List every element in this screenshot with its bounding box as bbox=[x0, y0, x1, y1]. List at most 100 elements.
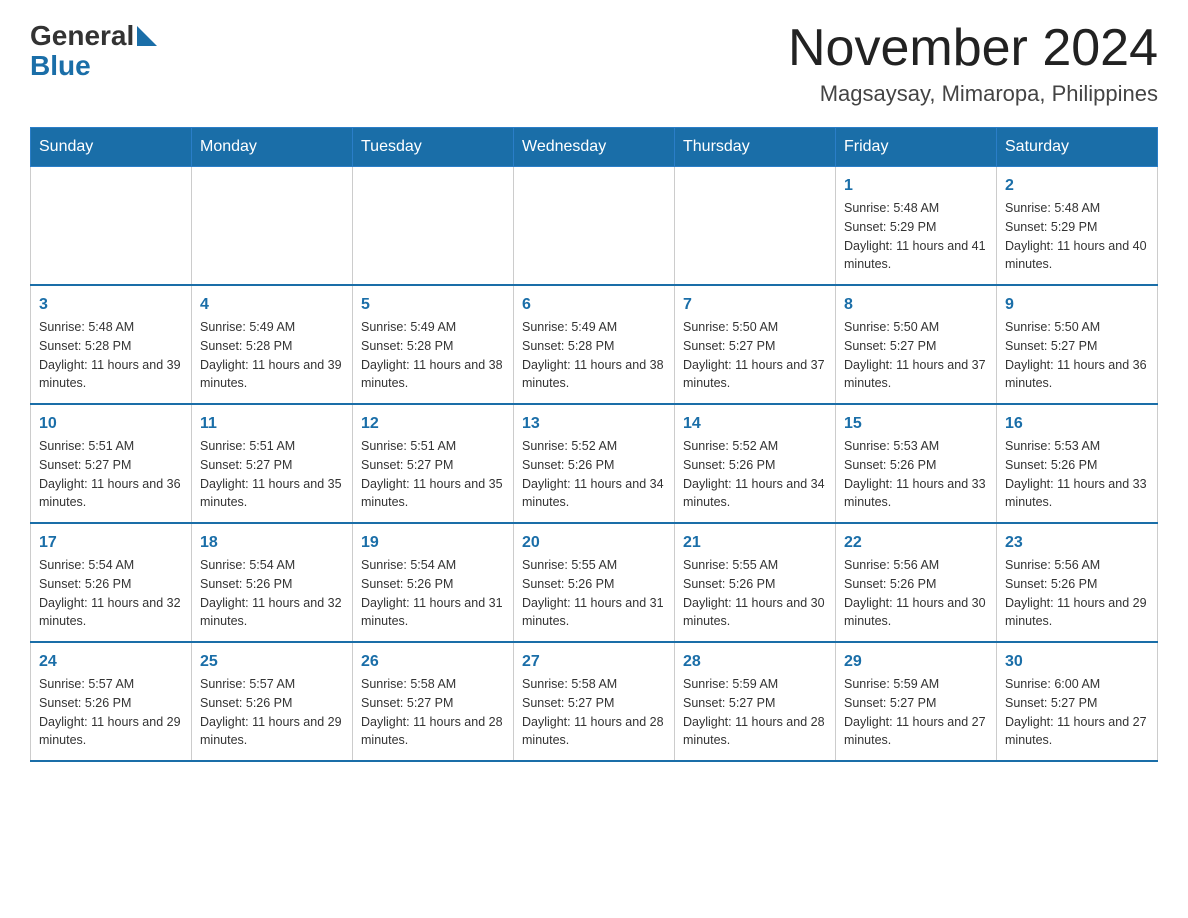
calendar-week-row: 17 Sunrise: 5:54 AMSunset: 5:26 PMDayligh… bbox=[31, 523, 1158, 642]
calendar-cell: 30Sunrise: 6:00 AMSunset: 5:27 PMDayligh… bbox=[997, 642, 1158, 761]
day-info: Sunrise: 5:52 AMSunset: 5:26 PMDaylight:… bbox=[683, 437, 827, 512]
day-info: Sunrise: 5:49 AMSunset: 5:28 PMDaylight:… bbox=[522, 318, 666, 393]
day-info: Sunrise: 5:51 AMSunset: 5:27 PMDaylight:… bbox=[361, 437, 505, 512]
calendar-cell: 22 Sunrise: 5:56 AMSunset: 5:26 PMDayligh… bbox=[836, 523, 997, 642]
day-number: 7 bbox=[683, 296, 827, 314]
day-info: Sunrise: 5:50 AMSunset: 5:27 PMDaylight:… bbox=[844, 318, 988, 393]
day-info: Sunrise: 5:50 AMSunset: 5:27 PMDaylight:… bbox=[1005, 318, 1149, 393]
day-number: 20 bbox=[522, 534, 666, 552]
calendar-cell: 25Sunrise: 5:57 AMSunset: 5:26 PMDayligh… bbox=[192, 642, 353, 761]
calendar-cell bbox=[675, 167, 836, 286]
day-number: 21 bbox=[683, 534, 827, 552]
day-info: Sunrise: 5:57 AMSunset: 5:26 PMDaylight:… bbox=[200, 675, 344, 750]
logo-general-text: General bbox=[30, 20, 134, 52]
title-block: November 2024 Magsaysay, Mimaropa, Phili… bbox=[788, 20, 1158, 107]
calendar-cell: 13 Sunrise: 5:52 AMSunset: 5:26 PMDayligh… bbox=[514, 404, 675, 523]
day-number: 18 bbox=[200, 534, 344, 552]
day-info: Sunrise: 5:49 AMSunset: 5:28 PMDaylight:… bbox=[200, 318, 344, 393]
day-info: Sunrise: 5:56 AMSunset: 5:26 PMDaylight:… bbox=[1005, 556, 1149, 631]
day-info: Sunrise: 5:48 AMSunset: 5:29 PMDaylight:… bbox=[1005, 199, 1149, 274]
logo-arrow-icon bbox=[137, 26, 157, 46]
calendar-cell: 16Sunrise: 5:53 AMSunset: 5:26 PMDayligh… bbox=[997, 404, 1158, 523]
calendar-cell: 12 Sunrise: 5:51 AMSunset: 5:27 PMDayligh… bbox=[353, 404, 514, 523]
day-number: 23 bbox=[1005, 534, 1149, 552]
day-number: 3 bbox=[39, 296, 183, 314]
weekday-header-monday: Monday bbox=[192, 128, 353, 167]
calendar-cell: 24 Sunrise: 5:57 AMSunset: 5:26 PMDayligh… bbox=[31, 642, 192, 761]
day-number: 13 bbox=[522, 415, 666, 433]
calendar-cell: 5Sunrise: 5:49 AMSunset: 5:28 PMDaylight… bbox=[353, 285, 514, 404]
day-info: Sunrise: 5:54 AMSunset: 5:26 PMDaylight:… bbox=[361, 556, 505, 631]
weekday-header-sunday: Sunday bbox=[31, 128, 192, 167]
weekday-header-thursday: Thursday bbox=[675, 128, 836, 167]
day-number: 2 bbox=[1005, 177, 1149, 195]
calendar-cell: 14 Sunrise: 5:52 AMSunset: 5:26 PMDayligh… bbox=[675, 404, 836, 523]
day-number: 12 bbox=[361, 415, 505, 433]
calendar-cell bbox=[514, 167, 675, 286]
day-number: 17 bbox=[39, 534, 183, 552]
day-number: 28 bbox=[683, 653, 827, 671]
calendar-cell bbox=[31, 167, 192, 286]
calendar-week-row: 1Sunrise: 5:48 AMSunset: 5:29 PMDaylight… bbox=[31, 167, 1158, 286]
calendar-cell bbox=[192, 167, 353, 286]
calendar-cell: 11Sunrise: 5:51 AMSunset: 5:27 PMDayligh… bbox=[192, 404, 353, 523]
day-info: Sunrise: 5:50 AMSunset: 5:27 PMDaylight:… bbox=[683, 318, 827, 393]
day-info: Sunrise: 5:56 AMSunset: 5:26 PMDaylight:… bbox=[844, 556, 988, 631]
day-info: Sunrise: 5:53 AMSunset: 5:26 PMDaylight:… bbox=[844, 437, 988, 512]
day-info: Sunrise: 5:49 AMSunset: 5:28 PMDaylight:… bbox=[361, 318, 505, 393]
calendar-cell: 27 Sunrise: 5:58 AMSunset: 5:27 PMDayligh… bbox=[514, 642, 675, 761]
calendar-cell: 28 Sunrise: 5:59 AMSunset: 5:27 PMDayligh… bbox=[675, 642, 836, 761]
day-info: Sunrise: 5:48 AMSunset: 5:28 PMDaylight:… bbox=[39, 318, 183, 393]
calendar-cell: 17Sunrise: 5:54 AMSunset: 5:26 PMDayligh… bbox=[31, 523, 192, 642]
calendar-cell: 6 Sunrise: 5:49 AMSunset: 5:28 PMDaylight… bbox=[514, 285, 675, 404]
weekday-header-tuesday: Tuesday bbox=[353, 128, 514, 167]
logo: General Blue bbox=[30, 20, 157, 82]
calendar-cell: 18 Sunrise: 5:54 AMSunset: 5:26 PMDayligh… bbox=[192, 523, 353, 642]
calendar-cell: 7 Sunrise: 5:50 AMSunset: 5:27 PMDaylight… bbox=[675, 285, 836, 404]
calendar-cell: 4 Sunrise: 5:49 AMSunset: 5:28 PMDaylight… bbox=[192, 285, 353, 404]
calendar-week-row: 10 Sunrise: 5:51 AMSunset: 5:27 PMDayligh… bbox=[31, 404, 1158, 523]
calendar-cell: 15Sunrise: 5:53 AMSunset: 5:26 PMDayligh… bbox=[836, 404, 997, 523]
day-number: 19 bbox=[361, 534, 505, 552]
day-number: 4 bbox=[200, 296, 344, 314]
day-number: 24 bbox=[39, 653, 183, 671]
day-number: 6 bbox=[522, 296, 666, 314]
calendar-week-row: 3 Sunrise: 5:48 AMSunset: 5:28 PMDaylight… bbox=[31, 285, 1158, 404]
weekday-header-saturday: Saturday bbox=[997, 128, 1158, 167]
weekday-header-friday: Friday bbox=[836, 128, 997, 167]
day-info: Sunrise: 6:00 AMSunset: 5:27 PMDaylight:… bbox=[1005, 675, 1149, 750]
day-info: Sunrise: 5:55 AMSunset: 5:26 PMDaylight:… bbox=[522, 556, 666, 631]
calendar-cell: 2 Sunrise: 5:48 AMSunset: 5:29 PMDaylight… bbox=[997, 167, 1158, 286]
day-info: Sunrise: 5:51 AMSunset: 5:27 PMDaylight:… bbox=[39, 437, 183, 512]
weekday-header-row: SundayMondayTuesdayWednesdayThursdayFrid… bbox=[31, 128, 1158, 167]
calendar-cell: 20 Sunrise: 5:55 AMSunset: 5:26 PMDayligh… bbox=[514, 523, 675, 642]
day-info: Sunrise: 5:53 AMSunset: 5:26 PMDaylight:… bbox=[1005, 437, 1149, 512]
calendar-cell: 8Sunrise: 5:50 AMSunset: 5:27 PMDaylight… bbox=[836, 285, 997, 404]
calendar-cell: 21 Sunrise: 5:55 AMSunset: 5:26 PMDayligh… bbox=[675, 523, 836, 642]
day-number: 11 bbox=[200, 415, 344, 433]
month-title: November 2024 bbox=[788, 20, 1158, 77]
logo-blue-text: Blue bbox=[30, 50, 157, 82]
calendar-cell: 3 Sunrise: 5:48 AMSunset: 5:28 PMDaylight… bbox=[31, 285, 192, 404]
calendar-week-row: 24 Sunrise: 5:57 AMSunset: 5:26 PMDayligh… bbox=[31, 642, 1158, 761]
calendar-cell bbox=[353, 167, 514, 286]
day-info: Sunrise: 5:55 AMSunset: 5:26 PMDaylight:… bbox=[683, 556, 827, 631]
calendar-cell: 10 Sunrise: 5:51 AMSunset: 5:27 PMDayligh… bbox=[31, 404, 192, 523]
day-number: 14 bbox=[683, 415, 827, 433]
day-info: Sunrise: 5:58 AMSunset: 5:27 PMDaylight:… bbox=[522, 675, 666, 750]
day-info: Sunrise: 5:52 AMSunset: 5:26 PMDaylight:… bbox=[522, 437, 666, 512]
day-number: 10 bbox=[39, 415, 183, 433]
calendar-cell: 26Sunrise: 5:58 AMSunset: 5:27 PMDayligh… bbox=[353, 642, 514, 761]
day-info: Sunrise: 5:57 AMSunset: 5:26 PMDaylight:… bbox=[39, 675, 183, 750]
day-info: Sunrise: 5:59 AMSunset: 5:27 PMDaylight:… bbox=[683, 675, 827, 750]
calendar-cell: 9 Sunrise: 5:50 AMSunset: 5:27 PMDaylight… bbox=[997, 285, 1158, 404]
weekday-header-wednesday: Wednesday bbox=[514, 128, 675, 167]
day-number: 26 bbox=[361, 653, 505, 671]
day-number: 27 bbox=[522, 653, 666, 671]
day-number: 9 bbox=[1005, 296, 1149, 314]
location-subtitle: Magsaysay, Mimaropa, Philippines bbox=[788, 81, 1158, 107]
calendar-table: SundayMondayTuesdayWednesdayThursdayFrid… bbox=[30, 127, 1158, 762]
day-info: Sunrise: 5:48 AMSunset: 5:29 PMDaylight:… bbox=[844, 199, 988, 274]
day-info: Sunrise: 5:54 AMSunset: 5:26 PMDaylight:… bbox=[200, 556, 344, 631]
day-number: 22 bbox=[844, 534, 988, 552]
